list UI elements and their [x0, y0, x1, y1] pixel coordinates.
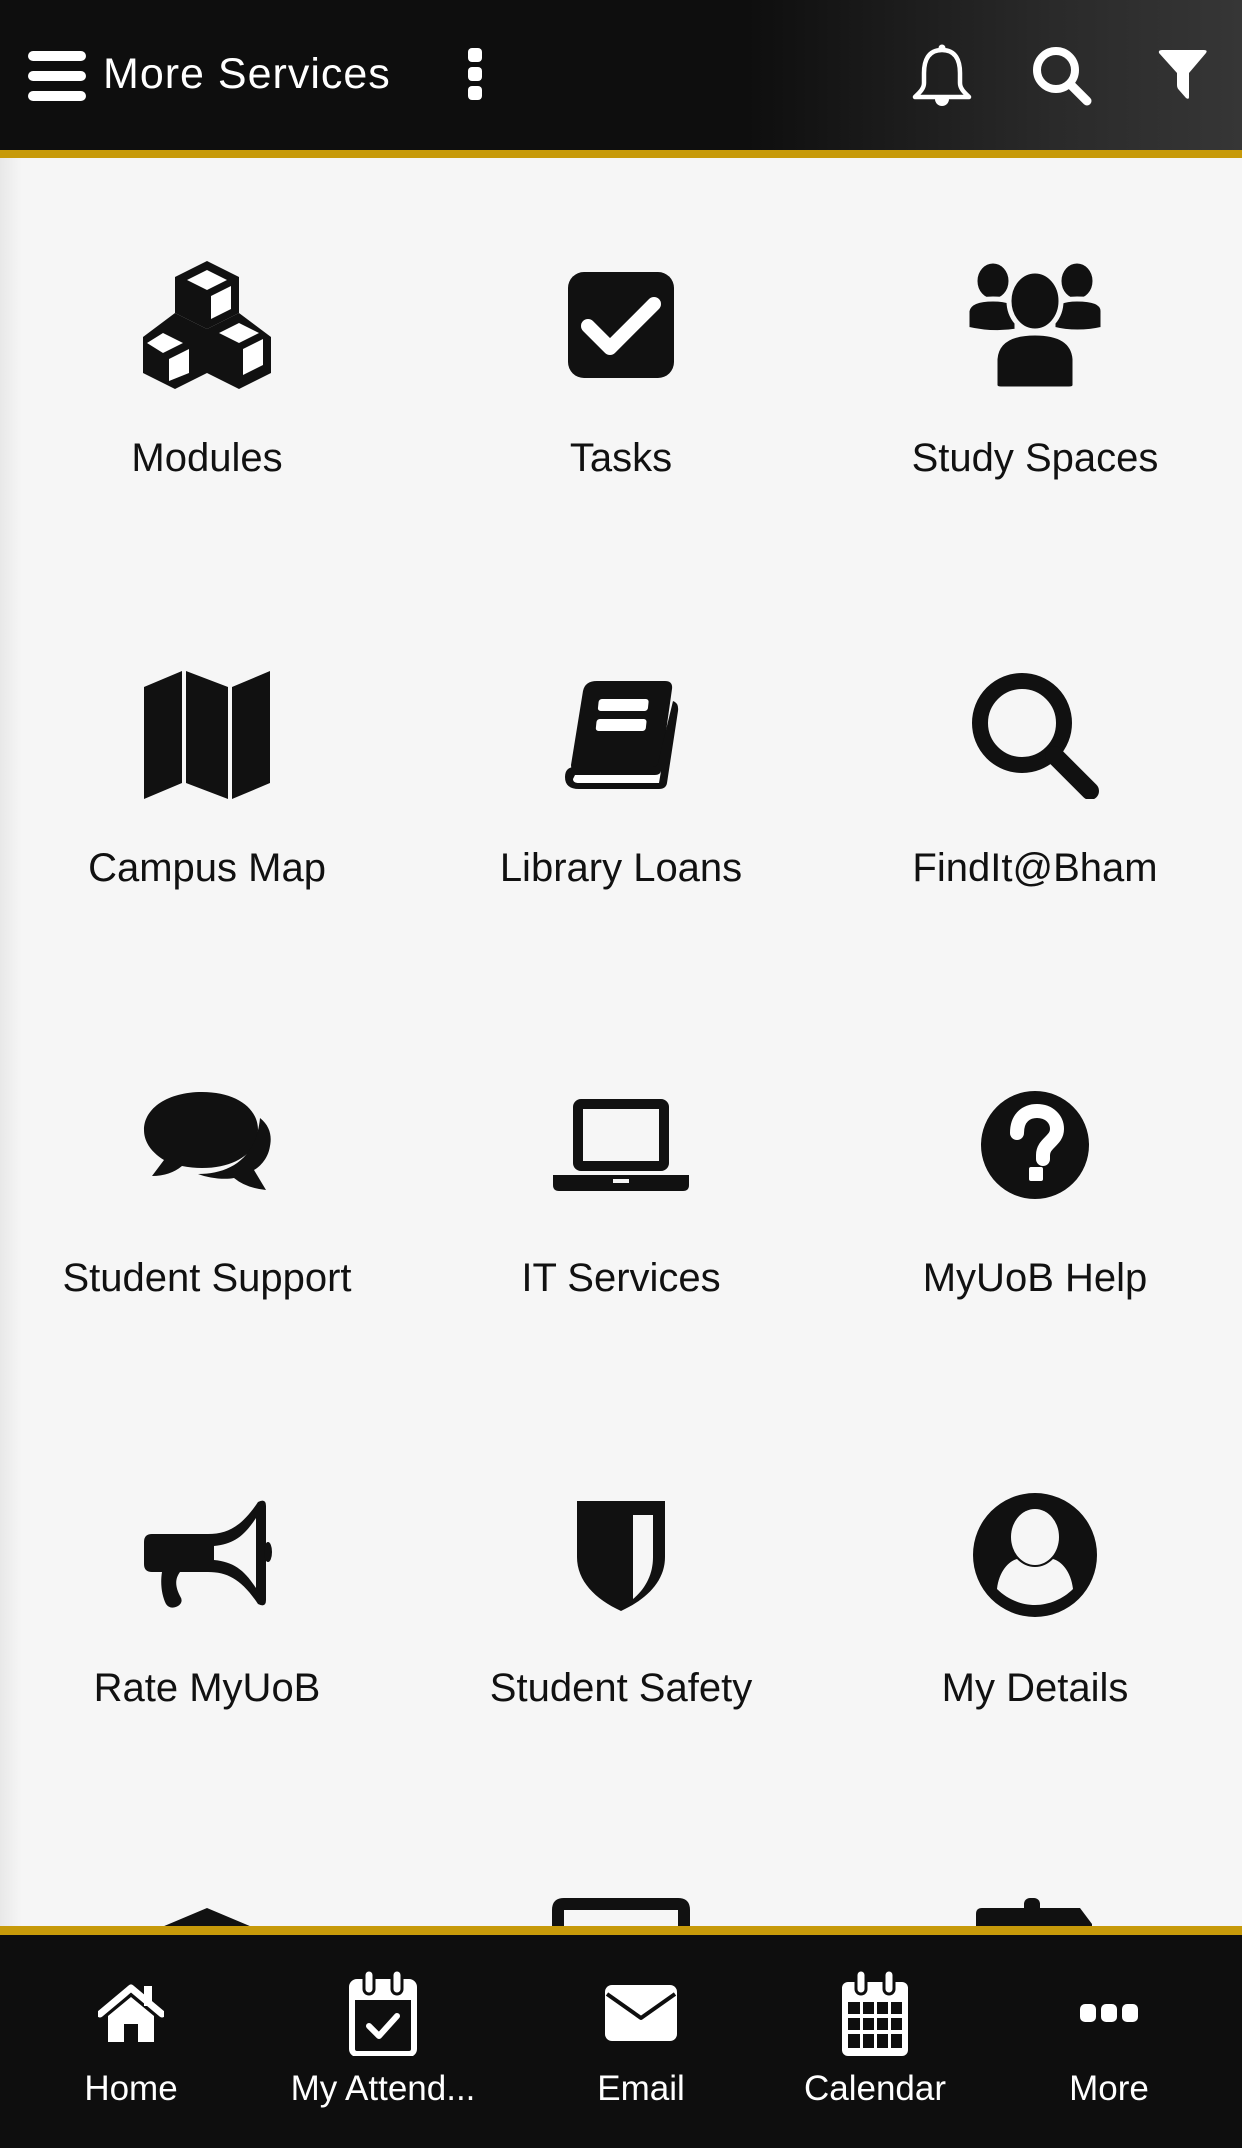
- laptop-icon: [553, 1099, 689, 1191]
- search-button[interactable]: [1024, 38, 1100, 114]
- service-label: Library Loans: [499, 846, 743, 890]
- service-label: Tasks: [569, 436, 673, 480]
- signpost-icon: [976, 1898, 1092, 1926]
- service-tile-myuob-help[interactable]: MyUoB Help: [828, 1075, 1242, 1405]
- service-tile-partial-3[interactable]: [976, 1898, 1096, 1926]
- nav-item-email[interactable]: Email: [521, 1935, 761, 2148]
- services-grid: Modules Tasks Study Spaces Campus Map Li…: [0, 158, 1242, 1926]
- service-label: Study Spaces: [911, 436, 1159, 480]
- nav-item-calendar[interactable]: Calendar: [755, 1935, 995, 2148]
- service-tile-modules[interactable]: Modules: [0, 255, 414, 585]
- bell-icon: [912, 44, 972, 106]
- calendar-grid-icon: [842, 1970, 908, 2056]
- service-tile-my-details[interactable]: My Details: [828, 1485, 1242, 1815]
- nav-label: Calendar: [803, 2069, 947, 2108]
- service-tile-tasks[interactable]: Tasks: [414, 255, 828, 585]
- filter-icon: [1158, 50, 1207, 99]
- page-title: More Services: [103, 50, 391, 98]
- service-tile-findit[interactable]: FindIt@Bham: [828, 665, 1242, 995]
- service-label: Campus Map: [88, 846, 326, 890]
- options-button[interactable]: [450, 40, 500, 108]
- hamburger-menu-icon: [28, 51, 86, 101]
- service-label: Student Support: [62, 1256, 352, 1300]
- cubes-icon: [143, 261, 271, 389]
- nav-label: More: [1069, 2069, 1149, 2108]
- service-tile-rate-myuob[interactable]: Rate MyUoB: [0, 1485, 414, 1815]
- chat-bubbles-icon: [144, 1092, 271, 1190]
- more-dots-icon: [1080, 2004, 1138, 2022]
- nav-accent-bar: [0, 1926, 1242, 1935]
- service-tile-it-services[interactable]: IT Services: [414, 1075, 828, 1405]
- bottom-navigation: Home My Attend... Email Calendar More: [0, 1935, 1242, 2148]
- service-tile-partial-1[interactable]: [150, 1908, 264, 1926]
- service-tile-campus-map[interactable]: Campus Map: [0, 665, 414, 995]
- filter-button[interactable]: [1146, 40, 1220, 110]
- shield-icon: [577, 1501, 665, 1611]
- user-circle-icon: [973, 1493, 1097, 1617]
- envelope-icon: [605, 1985, 677, 2041]
- service-label: FindIt@Bham: [912, 846, 1158, 890]
- checkbox-icon: [568, 272, 674, 378]
- menu-button[interactable]: [22, 45, 92, 107]
- service-tile-student-support[interactable]: Student Support: [0, 1075, 414, 1405]
- nav-label: My Attend...: [290, 2069, 476, 2108]
- users-group-icon: [965, 261, 1105, 389]
- folded-map-icon: [144, 671, 270, 799]
- service-tile-study-spaces[interactable]: Study Spaces: [828, 255, 1242, 585]
- service-label: MyUoB Help: [922, 1256, 1148, 1300]
- search-icon: [1033, 47, 1092, 106]
- service-label: IT Services: [521, 1256, 721, 1300]
- service-label: Rate MyUoB: [93, 1666, 321, 1710]
- megaphone-icon: [144, 1500, 272, 1608]
- nav-item-home[interactable]: Home: [11, 1935, 251, 2148]
- service-tile-library-loans[interactable]: Library Loans: [414, 665, 828, 995]
- home-icon: [98, 1984, 164, 2042]
- nav-label: Email: [597, 2069, 685, 2108]
- app-header: More Services: [0, 0, 1242, 150]
- magnifier-icon: [972, 673, 1099, 799]
- kebab-menu-icon: [468, 48, 482, 100]
- service-label: Modules: [131, 436, 283, 480]
- question-circle-icon: [981, 1091, 1089, 1199]
- nav-item-my-attendance[interactable]: My Attend...: [263, 1935, 503, 2148]
- nav-label: Home: [84, 2069, 178, 2108]
- service-tile-partial-2[interactable]: [552, 1898, 690, 1926]
- graduation-cap-icon: [164, 1908, 250, 1926]
- service-tile-student-safety[interactable]: Student Safety: [414, 1485, 828, 1815]
- calendar-check-icon: [349, 1970, 417, 2056]
- service-label: Student Safety: [489, 1666, 753, 1710]
- header-accent-bar: [0, 150, 1242, 158]
- notifications-button[interactable]: [905, 38, 979, 112]
- book-icon: [565, 681, 679, 789]
- nav-item-more[interactable]: More: [989, 1935, 1229, 2148]
- monitor-icon: [552, 1898, 690, 1926]
- service-label: My Details: [941, 1666, 1129, 1710]
